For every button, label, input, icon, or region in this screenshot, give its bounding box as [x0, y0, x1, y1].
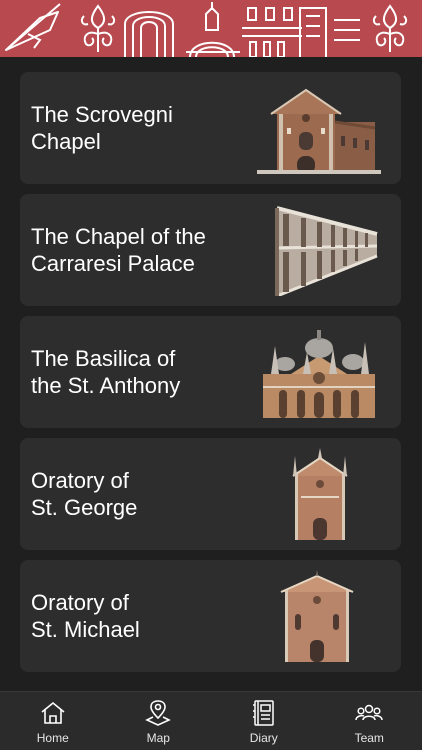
tab-bar: Home Map Diary Team [0, 691, 422, 750]
app-root: The Scrovegni Chapel The Chapel of the C… [0, 0, 422, 750]
site-title: The Scrovegni Chapel [31, 102, 173, 154]
tab-home[interactable]: Home [0, 692, 106, 750]
site-card-oratory-st-michael[interactable]: Oratory of St. Michael [20, 560, 401, 672]
tab-diary[interactable]: Diary [211, 692, 317, 750]
site-title: Oratory of St. George [31, 468, 138, 520]
facade-icon [242, 7, 360, 57]
oratory-st-michael-photo [280, 570, 354, 662]
site-card-carraresi-palace[interactable]: The Chapel of the Carraresi Palace [20, 194, 401, 306]
team-icon [355, 704, 383, 721]
lily-ornament-icon [80, 4, 116, 52]
tab-label: Team [354, 731, 384, 745]
tab-team[interactable]: Team [317, 692, 422, 750]
arch-icon [124, 11, 174, 57]
oratory-st-george-photo [292, 448, 348, 540]
quill-icon [5, 3, 61, 51]
tab-map[interactable]: Map [106, 692, 212, 750]
scrovegni-chapel-photo [257, 88, 381, 174]
dome-icon [186, 2, 240, 57]
tab-label: Diary [249, 731, 278, 745]
site-title: The Chapel of the Carraresi Palace [31, 224, 206, 276]
site-card-scrovegni-chapel[interactable]: The Scrovegni Chapel [20, 72, 401, 184]
site-card-basilica-st-anthony[interactable]: The Basilica of the St. Anthony [20, 316, 401, 428]
site-title: The Basilica of the St. Anthony [31, 346, 181, 398]
lily-ornament-icon [372, 4, 408, 52]
carraresi-loggia-photo [275, 206, 378, 296]
diary-icon [252, 700, 274, 726]
sites-list[interactable]: The Scrovegni Chapel The Chapel of the C… [0, 57, 422, 691]
basilica-st-anthony-photo [263, 330, 375, 418]
site-title: Oratory of St. Michael [31, 590, 140, 642]
map-pin-icon [145, 700, 172, 726]
home-icon [41, 701, 65, 724]
tab-label: Map [146, 731, 170, 745]
site-card-oratory-st-george[interactable]: Oratory of St. George [20, 438, 401, 550]
tab-label: Home [36, 731, 69, 745]
header-banner [0, 0, 422, 57]
